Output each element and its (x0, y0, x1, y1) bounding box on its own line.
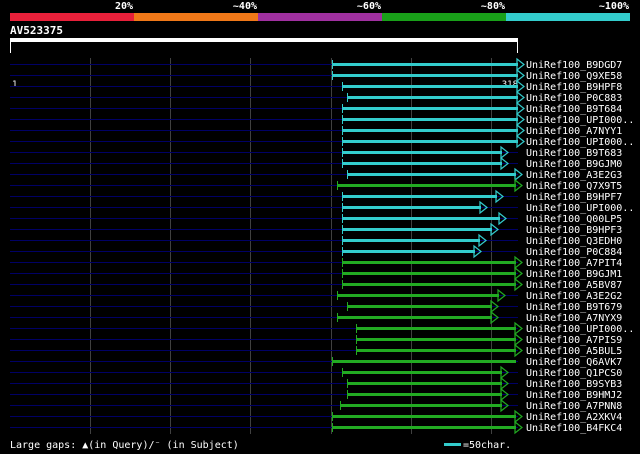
hit-arrow-icon (516, 57, 525, 72)
hit-label: UniRef100_A7NYX9 (526, 313, 622, 324)
hit-label: UniRef100_Q7X9T5 (526, 181, 622, 192)
hit-label: UniRef100_Q6AVK7 (526, 357, 622, 368)
alignment-chart: UniRef100_B9DGD7UniRef100_Q9XE58UniRef10… (10, 57, 634, 435)
hit-label: UniRef100_UPI000.. (526, 203, 634, 214)
hit-label: UniRef100_Q1PCS0 (526, 368, 622, 379)
hit-label: UniRef100_A5BV87 (526, 280, 622, 291)
hit-bar (342, 162, 502, 165)
hit-bar (342, 195, 497, 198)
hit-label: UniRef100_B9T679 (526, 302, 622, 313)
hit-bar (342, 250, 475, 253)
hit-bar (332, 74, 518, 77)
hit-arrow-icon (516, 68, 525, 83)
hit-bar (332, 415, 516, 418)
hit-label: UniRef100_UPI000.. (526, 324, 634, 335)
hit-bar (337, 184, 516, 187)
hit-arrow-icon (516, 112, 525, 127)
hit-bar (347, 96, 518, 99)
hit-label: UniRef100_UPI000.. (526, 115, 634, 126)
hit-label: UniRef100_B9HPF8 (526, 82, 622, 93)
hit-label: UniRef100_B4FKC4 (526, 423, 622, 434)
hit-label: UniRef100_Q3EDH0 (526, 236, 622, 247)
hit-label: UniRef100_B9DGD7 (526, 60, 622, 71)
hit-label: UniRef100_B9T684 (526, 104, 622, 115)
hit-bar (342, 85, 518, 88)
hit-label: UniRef100_B9GJM0 (526, 159, 622, 170)
gap-legend-text: Large gaps: ▲(in Query)/⁻ (in Subject) (10, 440, 239, 451)
hit-label: UniRef100_A2XKV4 (526, 412, 622, 423)
hit-label: UniRef100_B9T683 (526, 148, 622, 159)
hit-label: UniRef100_B9HPF7 (526, 192, 622, 203)
scale-bar (444, 443, 461, 446)
scale-text: =50char. (463, 440, 512, 451)
hit-bar (347, 305, 492, 308)
hit-label: UniRef100_Q00LP5 (526, 214, 622, 225)
hit-label: UniRef100_A3E2G2 (526, 291, 622, 302)
hit-label: UniRef100_B9HPF3 (526, 225, 622, 236)
hit-bar (342, 118, 518, 121)
hit-label: UniRef100_A7NYY1 (526, 126, 622, 137)
hit-label: UniRef100_UPI000.. (526, 137, 634, 148)
hit-bar (342, 371, 502, 374)
hit-label: UniRef100_A7PIS9 (526, 335, 622, 346)
hit-bar (342, 140, 518, 143)
hit-label: UniRef100_A7PIT4 (526, 258, 622, 269)
hit-bar (332, 63, 518, 66)
hit-label: UniRef100_A5BUL5 (526, 346, 622, 357)
hit-bar (332, 426, 516, 429)
hit-bar (342, 151, 502, 154)
hit-bar (342, 283, 516, 286)
hit-bar (342, 217, 500, 220)
hit-arrow-icon (516, 134, 525, 149)
hit-label: UniRef100_A3E2G3 (526, 170, 622, 181)
hit-bar (342, 228, 492, 231)
hit-arrow-icon (516, 90, 525, 105)
hit-label: UniRef100_B9GJM1 (526, 269, 622, 280)
hit-bar (342, 272, 516, 275)
hit-bar (356, 327, 516, 330)
hit-label: UniRef100_B9HMJ2 (526, 390, 622, 401)
hit-bar (342, 239, 480, 242)
hit-label: UniRef100_B9SYB3 (526, 379, 622, 390)
hit-label: UniRef100_Q9XE58 (526, 71, 622, 82)
hit-bar (356, 338, 516, 341)
hit-bar (332, 360, 516, 363)
scale-legend: =50char. (444, 440, 511, 451)
hit-bar (347, 382, 502, 385)
hit-bar (342, 206, 481, 209)
hit-bar (340, 404, 502, 407)
hit-bar (337, 316, 492, 319)
hit-arrow-icon (516, 79, 525, 94)
hit-bar (342, 107, 518, 110)
hit-arrow-icon (516, 123, 525, 138)
hit-label: UniRef100_P0C883 (526, 93, 622, 104)
hit-bar (342, 261, 516, 264)
hit-arrow-icon (516, 101, 525, 116)
hit-label: UniRef100_A7PNN8 (526, 401, 622, 412)
hit-bar (347, 173, 516, 176)
hit-bar (356, 349, 516, 352)
hit-bar (337, 294, 499, 297)
hit-bar (347, 393, 502, 396)
hit-label: UniRef100_P0C884 (526, 247, 622, 258)
hit-bar (342, 129, 518, 132)
